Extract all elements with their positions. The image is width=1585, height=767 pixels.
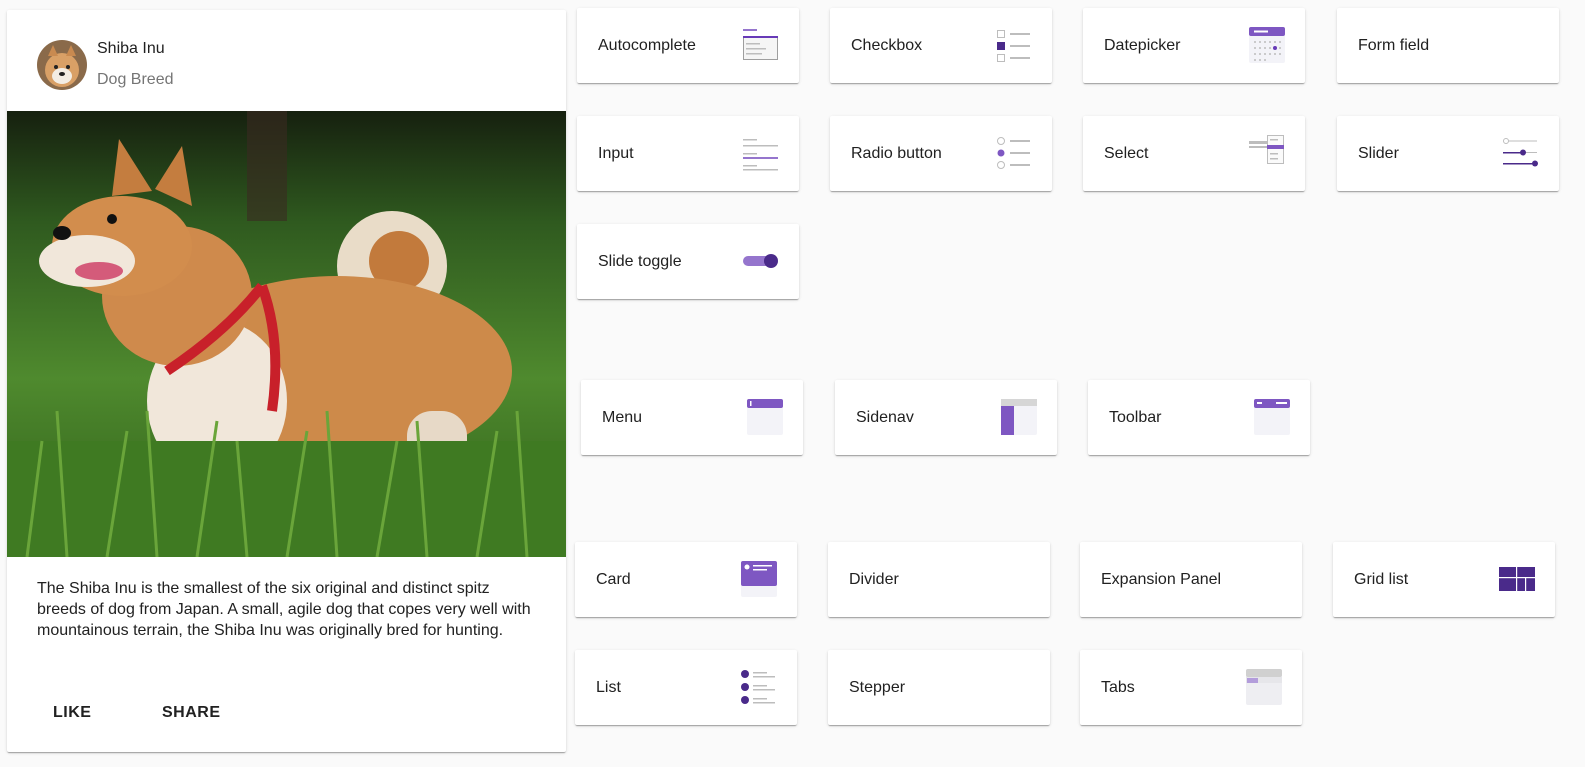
sidenav-icon: [1001, 399, 1037, 435]
tile-label: Sidenav: [856, 409, 914, 426]
grid-list-icon: [1499, 567, 1535, 591]
input-icon: [743, 139, 778, 171]
dog-photo: [7, 111, 566, 557]
tile-datepicker[interactable]: Datepicker: [1083, 8, 1305, 83]
tile-grid-list[interactable]: Grid list: [1333, 542, 1555, 617]
autocomplete-icon: [743, 29, 778, 60]
tile-label: Expansion Panel: [1101, 571, 1222, 588]
tile-slide-toggle[interactable]: Slide toggle: [577, 224, 799, 299]
tile-label: Slide toggle: [598, 253, 682, 270]
tile-tabs[interactable]: Tabs: [1080, 650, 1302, 725]
tile-label: Input: [598, 145, 634, 162]
tile-label: List: [596, 679, 621, 696]
tile-label: Datepicker: [1104, 37, 1181, 54]
share-button[interactable]: SHARE: [154, 700, 229, 726]
tile-toolbar[interactable]: Toolbar: [1088, 380, 1310, 455]
tile-list[interactable]: List: [575, 650, 797, 725]
dog-breed-card: Shiba Inu Dog Breed The Shiba Inu is the…: [7, 10, 566, 752]
tile-label: Radio button: [851, 145, 942, 162]
tile-label: Checkbox: [851, 37, 923, 54]
tile-input[interactable]: Input: [577, 116, 799, 191]
tile-label: Slider: [1358, 145, 1399, 162]
tile-label: Divider: [849, 571, 899, 588]
tile-card[interactable]: Card: [575, 542, 797, 617]
datepicker-icon: [1249, 27, 1285, 63]
tabs-icon: [1246, 669, 1282, 705]
radio-button-icon: [997, 137, 1030, 169]
tile-autocomplete[interactable]: Autocomplete: [577, 8, 799, 83]
tile-checkbox[interactable]: Checkbox: [830, 8, 1052, 83]
tile-label: Autocomplete: [598, 37, 696, 54]
card-description: The Shiba Inu is the smallest of the six…: [37, 580, 531, 639]
card-icon: [741, 561, 777, 597]
menu-icon: [747, 399, 783, 435]
slide-toggle-icon: [743, 254, 778, 268]
tile-slider[interactable]: Slider: [1337, 116, 1559, 191]
tile-expansion-panel[interactable]: Expansion Panel: [1080, 542, 1302, 617]
slider-icon: [1503, 138, 1538, 167]
select-icon: [1249, 135, 1284, 164]
card-title: Shiba Inu: [97, 40, 165, 57]
tile-select[interactable]: Select: [1083, 116, 1305, 191]
tile-radio-button[interactable]: Radio button: [830, 116, 1052, 191]
list-icon: [741, 670, 775, 704]
tile-label: Form field: [1358, 37, 1430, 54]
tile-label: Card: [596, 571, 631, 588]
tile-label: Grid list: [1354, 571, 1409, 588]
tile-menu[interactable]: Menu: [581, 380, 803, 455]
tile-label: Toolbar: [1109, 409, 1162, 426]
tile-label: Select: [1104, 145, 1149, 162]
tile-divider[interactable]: Divider: [828, 542, 1050, 617]
toolbar-icon: [1254, 399, 1290, 435]
tile-form-field[interactable]: Form field: [1337, 8, 1559, 83]
tile-label: Tabs: [1101, 679, 1135, 696]
tile-label: Stepper: [849, 679, 906, 696]
checkbox-icon: [997, 30, 1030, 62]
tile-sidenav[interactable]: Sidenav: [835, 380, 1057, 455]
card-subtitle: Dog Breed: [97, 71, 174, 88]
avatar: [37, 40, 87, 90]
tile-stepper[interactable]: Stepper: [828, 650, 1050, 725]
tile-label: Menu: [602, 409, 643, 426]
like-button[interactable]: LIKE: [45, 700, 99, 726]
